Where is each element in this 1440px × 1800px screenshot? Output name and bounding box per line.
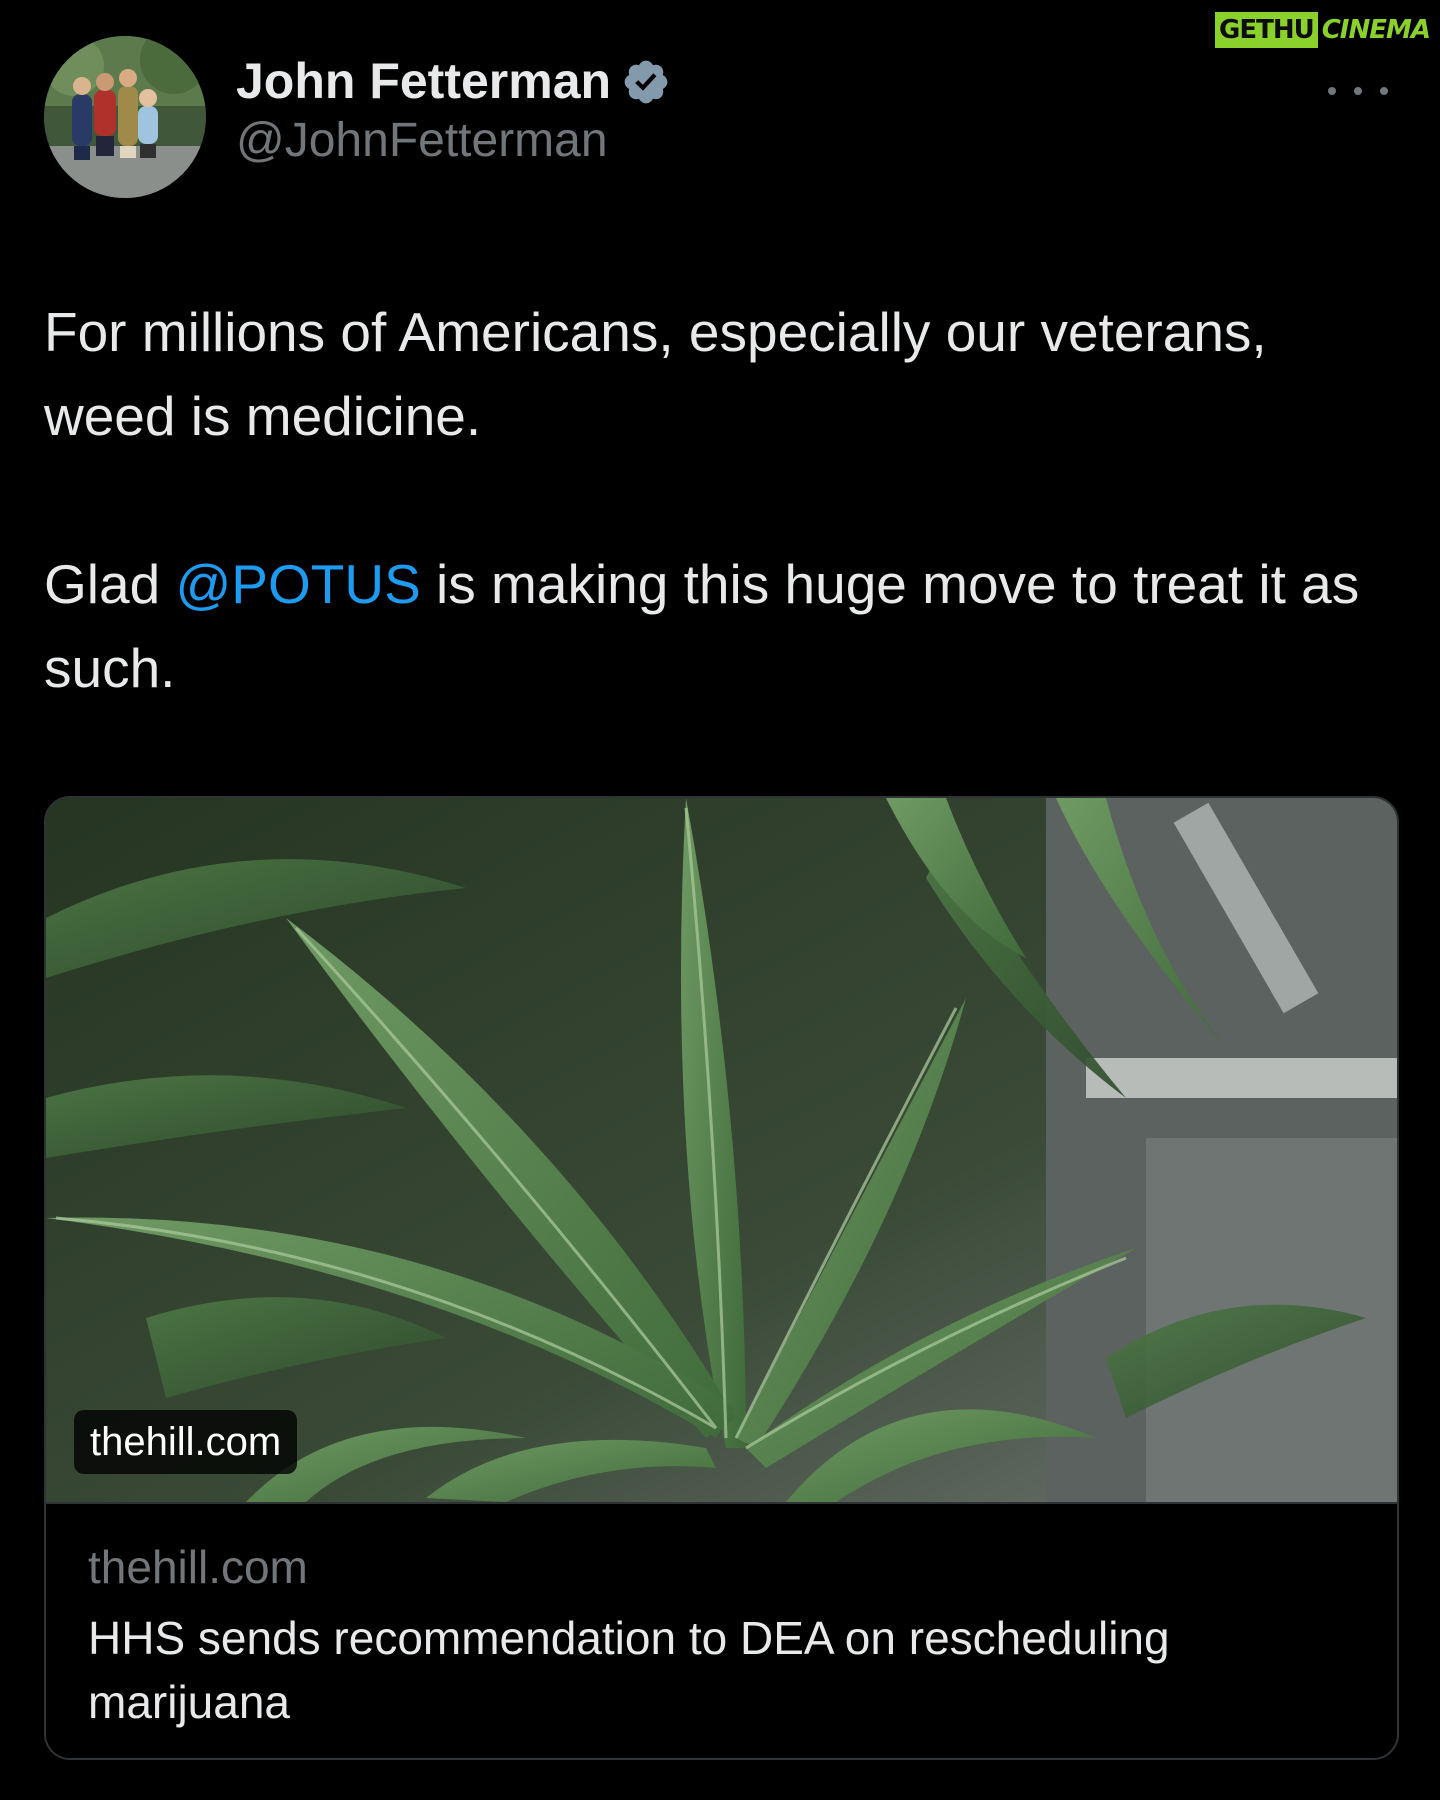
author-handle[interactable]: @JohnFetterman	[236, 114, 671, 168]
tweet-text: For millions of Americans, especially ou…	[44, 290, 1404, 710]
mention-link[interactable]: @POTUS	[175, 553, 420, 615]
card-domain: thehill.com	[88, 1541, 308, 1593]
more-dots-icon	[1354, 87, 1362, 95]
family-photo-avatar-icon	[44, 36, 206, 198]
display-name-row: John Fetterman	[236, 54, 671, 109]
tweet-paragraph-1: For millions of Americans, especially ou…	[44, 301, 1267, 447]
card-image-domain-badge: thehill.com	[74, 1410, 298, 1474]
display-name[interactable]: John Fetterman	[236, 54, 611, 109]
tweet-header: John Fetterman @JohnFetterman	[44, 36, 1396, 200]
verified-badge-icon	[621, 57, 671, 107]
link-preview-card[interactable]: thehill.com thehill.com HHS sends recomm…	[44, 796, 1399, 1760]
card-image[interactable]: thehill.com	[46, 798, 1397, 1502]
tweet-text-before-mention: Glad	[44, 553, 176, 615]
cannabis-leaves-image	[46, 798, 1397, 1502]
more-options-button[interactable]	[1328, 76, 1388, 106]
card-title[interactable]: HHS sends recommendation to DEA on resch…	[88, 1606, 1288, 1734]
tweet-paragraph-2: Glad @POTUS is making this huge move to …	[44, 542, 1404, 710]
more-dots-icon	[1380, 87, 1388, 95]
avatar[interactable]	[44, 36, 206, 198]
author-names: John Fetterman @JohnFetterman	[236, 54, 671, 168]
card-meta: thehill.com HHS sends recommendation to …	[46, 1502, 1397, 1758]
more-dots-icon	[1328, 87, 1336, 95]
